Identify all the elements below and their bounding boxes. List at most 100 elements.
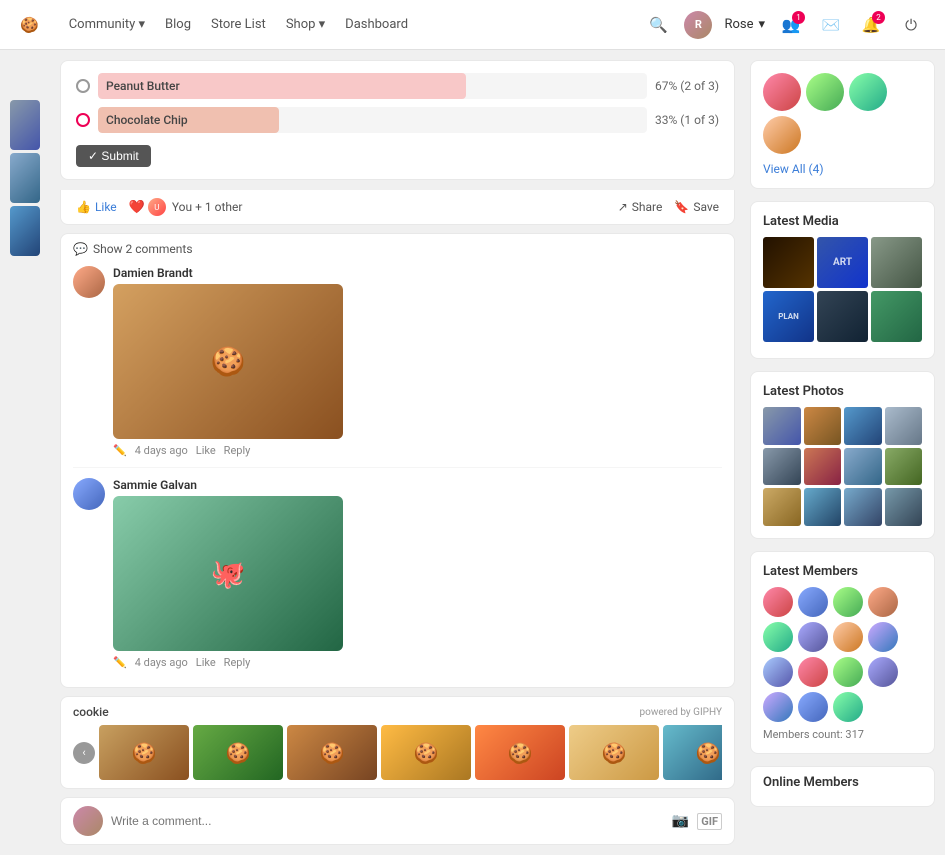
media-thumb-3[interactable] bbox=[871, 237, 922, 288]
media-thumb-6[interactable] bbox=[871, 291, 922, 342]
member-avatar-1[interactable] bbox=[763, 587, 793, 617]
poll-option-chocchip: Chocolate Chip 33% (1 of 3) bbox=[76, 107, 719, 133]
member-avatar-11[interactable] bbox=[833, 657, 863, 687]
view-all-link[interactable]: View All (4) bbox=[763, 162, 922, 176]
media-thumb-2[interactable]: ART bbox=[817, 237, 868, 288]
member-avatar-10[interactable] bbox=[798, 657, 828, 687]
photo-thumb-2[interactable] bbox=[804, 407, 842, 445]
gif-icon[interactable]: GIF bbox=[697, 813, 722, 830]
member-avatar-7[interactable] bbox=[833, 622, 863, 652]
gif-item-1[interactable]: 🍪 bbox=[99, 725, 189, 780]
comment-reply-2[interactable]: Reply bbox=[224, 656, 251, 669]
poll-submit-button[interactable]: ✓ Submit bbox=[76, 145, 151, 167]
gif-item-6[interactable]: 🍪 bbox=[569, 725, 659, 780]
media-thumb-1[interactable] bbox=[763, 237, 814, 288]
photo-thumb-9[interactable] bbox=[763, 488, 801, 526]
photo-thumb-8[interactable] bbox=[885, 448, 923, 486]
photo-thumb-7[interactable] bbox=[844, 448, 882, 486]
photo-thumb-12[interactable] bbox=[885, 488, 923, 526]
share-icon: ↗ bbox=[618, 200, 628, 214]
write-comment-icons: 📷 GIF bbox=[672, 813, 722, 830]
nav-link-dashboard[interactable]: Dashboard bbox=[345, 17, 408, 32]
comment-icon: 💬 bbox=[73, 242, 88, 256]
reactions-row: 👍 Like ❤️ U You + 1 other ↗ Share 🔖 Save bbox=[60, 190, 735, 225]
comment-image-1: 🍪 bbox=[113, 284, 343, 439]
notifications-icon[interactable]: 🔔 2 bbox=[857, 11, 885, 39]
friend-avatar-4 bbox=[763, 116, 801, 154]
gif-item-4[interactable]: 🍪 bbox=[381, 725, 471, 780]
power-icon[interactable]: ⏻ bbox=[897, 11, 925, 39]
like-button[interactable]: 👍 Like bbox=[76, 200, 117, 214]
comment-body-2: Sammie Galvan 🐙 ✏️ 4 days ago Like Reply bbox=[113, 478, 722, 669]
photo-thumb-4[interactable] bbox=[885, 407, 923, 445]
comment-avatar-2 bbox=[73, 478, 105, 510]
poll-radio-chocchip[interactable] bbox=[76, 113, 90, 127]
member-avatar-13[interactable] bbox=[763, 692, 793, 722]
friend-avatar-2 bbox=[806, 73, 844, 111]
gif-item-5[interactable]: 🍪 bbox=[475, 725, 565, 780]
share-button[interactable]: ↗ Share bbox=[618, 200, 663, 214]
poll-option-label-chocchip: Chocolate Chip bbox=[106, 113, 188, 127]
poll-pct-chocchip: 33% (1 of 3) bbox=[655, 113, 719, 127]
photo-thumb-10[interactable] bbox=[804, 488, 842, 526]
member-avatar-5[interactable] bbox=[763, 622, 793, 652]
member-avatar-14[interactable] bbox=[798, 692, 828, 722]
comment-like-2[interactable]: Like bbox=[196, 656, 216, 669]
poll-radio-peanutbutter[interactable] bbox=[76, 79, 90, 93]
member-avatar-8[interactable] bbox=[868, 622, 898, 652]
nav-brand: 🍪 bbox=[20, 16, 39, 34]
comment-author-2: Sammie Galvan bbox=[113, 478, 722, 492]
media-thumb-4[interactable]: PLAN bbox=[763, 291, 814, 342]
comment-reply-1[interactable]: Reply bbox=[224, 444, 251, 457]
show-comments-button[interactable]: 💬 Show 2 comments bbox=[73, 242, 722, 256]
member-avatar-6[interactable] bbox=[798, 622, 828, 652]
photo-thumb-5[interactable] bbox=[763, 448, 801, 486]
heart-icon: ❤️ bbox=[129, 200, 145, 215]
member-avatar-9[interactable] bbox=[763, 657, 793, 687]
nav-link-community[interactable]: Community ▾ bbox=[69, 17, 145, 32]
media-thumb-5[interactable] bbox=[817, 291, 868, 342]
gif-item-2[interactable]: 🍪 bbox=[193, 725, 283, 780]
comment-like-1[interactable]: Like bbox=[196, 444, 216, 457]
photos-grid bbox=[763, 407, 922, 526]
camera-icon[interactable]: 📷 bbox=[672, 813, 689, 829]
photo-thumb-3[interactable] bbox=[844, 407, 882, 445]
nav-link-shop[interactable]: Shop ▾ bbox=[286, 17, 325, 32]
member-avatar-15[interactable] bbox=[833, 692, 863, 722]
photo-thumb-1[interactable] bbox=[763, 407, 801, 445]
gif-item-7[interactable]: 🍪 bbox=[663, 725, 722, 780]
gif-search-term: cookie bbox=[73, 705, 109, 719]
member-avatar-2[interactable] bbox=[798, 587, 828, 617]
nav-link-blog[interactable]: Blog bbox=[165, 17, 191, 32]
nav-link-store-list[interactable]: Store List bbox=[211, 17, 266, 32]
member-avatar-12[interactable] bbox=[868, 657, 898, 687]
photo-thumb-11[interactable] bbox=[844, 488, 882, 526]
friends-icon[interactable]: 👥 1 bbox=[777, 11, 805, 39]
online-members-title: Online Members bbox=[763, 775, 922, 790]
gif-prev-button[interactable]: ‹ bbox=[73, 742, 95, 764]
friend-avatar-3 bbox=[849, 73, 887, 111]
photo-thumb-6[interactable] bbox=[804, 448, 842, 486]
search-icon[interactable]: 🔍 bbox=[644, 11, 672, 39]
latest-media-card: Latest Media ART PLAN bbox=[750, 201, 935, 359]
heart-label: You + 1 other bbox=[172, 200, 243, 214]
page-layout: Peanut Butter 67% (2 of 3) Chocolate Chi… bbox=[0, 50, 945, 855]
friend-avatar-1 bbox=[763, 73, 801, 111]
save-button[interactable]: 🔖 Save bbox=[674, 200, 719, 214]
heart-group: ❤️ U You + 1 other bbox=[129, 198, 243, 216]
left-strip bbox=[10, 100, 45, 845]
member-avatar-4[interactable] bbox=[868, 587, 898, 617]
sidebar-friends-avatars bbox=[763, 73, 922, 154]
left-thumb-3 bbox=[10, 206, 40, 256]
nav-user[interactable]: Rose ▾ bbox=[724, 17, 765, 32]
gif-search-bar: cookie powered by GIPHY ‹ 🍪 🍪 🍪 🍪 🍪 🍪 🍪 … bbox=[60, 696, 735, 789]
write-comment-input[interactable] bbox=[111, 814, 664, 828]
messages-icon[interactable]: ✉️ bbox=[817, 11, 845, 39]
gif-strip: ‹ 🍪 🍪 🍪 🍪 🍪 🍪 🍪 › bbox=[73, 725, 722, 780]
members-count: Members count: 317 bbox=[763, 728, 922, 741]
gif-item-3[interactable]: 🍪 bbox=[287, 725, 377, 780]
thumbs-up-icon: 👍 bbox=[76, 200, 91, 214]
member-avatar-3[interactable] bbox=[833, 587, 863, 617]
comments-section: 💬 Show 2 comments Damien Brandt 🍪 ✏️ 4 d… bbox=[60, 233, 735, 688]
comment-item-2: Sammie Galvan 🐙 ✏️ 4 days ago Like Reply bbox=[73, 478, 722, 679]
